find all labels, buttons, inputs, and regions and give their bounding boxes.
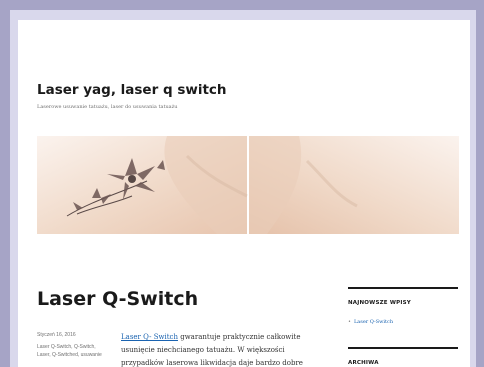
header-image — [37, 136, 459, 234]
post-title[interactable]: Laser Q-Switch — [37, 288, 198, 310]
bullet-icon: • — [348, 319, 351, 325]
recent-post-link[interactable]: Laser Q-Switch — [354, 319, 393, 325]
window-frame: Laser yag, laser q switch Laserowe usuwa… — [10, 10, 476, 367]
post-tags[interactable]: Laser Q-Switch, Q-Switch, Laser, Q-Switc… — [37, 343, 105, 359]
post-text-line-3: przypadków laserowa likwidacja daje bard… — [121, 359, 303, 367]
post-text-line-1: gwarantuje praktycznie całkowite — [177, 333, 301, 341]
recent-posts-list: • Laser Q-Switch — [348, 319, 459, 325]
web-page: Laser yag, laser q switch Laserowe usuwa… — [18, 20, 470, 367]
sidebar: NAJNOWSZE WPISY • Laser Q-Switch ARCHIWA — [348, 287, 459, 366]
post-content: Laser Q- Switch gwarantuje praktycznie c… — [121, 331, 333, 367]
recent-posts-title: NAJNOWSZE WPISY — [348, 300, 411, 306]
widget-divider — [348, 347, 458, 349]
post-text-line-2: usunięcie niechcianego tatuażu. W większ… — [121, 346, 285, 354]
recent-post-item[interactable]: • Laser Q-Switch — [348, 319, 459, 325]
site-title[interactable]: Laser yag, laser q switch — [37, 82, 227, 98]
post-link[interactable]: Laser Q- Switch — [121, 333, 178, 341]
post-date[interactable]: Styczeń 16, 2016 — [37, 332, 76, 338]
widget-divider — [348, 287, 458, 289]
archive-title: ARCHIWA — [348, 360, 379, 366]
site-description: Laserowe usuwanie tatuażu, laser do usuw… — [37, 104, 178, 110]
